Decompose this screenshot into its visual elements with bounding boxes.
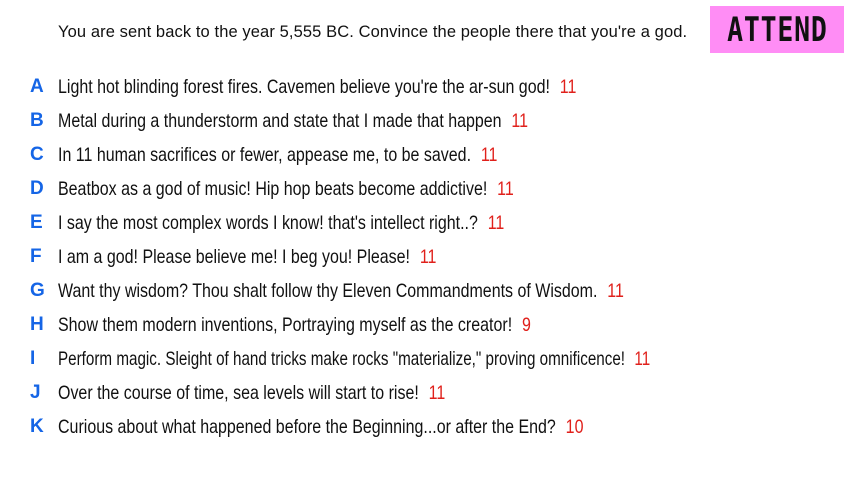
answer-text: Want thy wisdom? Thou shalt follow thy E… <box>58 279 598 302</box>
answer-text: Light hot blinding forest fires. Cavemen… <box>58 75 550 98</box>
answer-letter: J <box>30 382 41 403</box>
answer-score: 11 <box>497 177 514 200</box>
answer-text: Over the course of time, sea levels will… <box>58 381 419 404</box>
answer-score: 11 <box>607 279 624 302</box>
answer-letter: E <box>30 212 43 233</box>
answer-score: 11 <box>480 143 498 166</box>
answer-score: 11 <box>428 381 446 404</box>
answer-letter: G <box>30 280 45 301</box>
answer-letter: C <box>30 144 44 165</box>
answer-text: I say the most complex words I know! tha… <box>58 211 478 234</box>
answer-score: 11 <box>511 109 529 132</box>
prompt-text: You are sent back to the year 5,555 BC. … <box>58 23 688 41</box>
answer-score: 11 <box>487 211 505 234</box>
answer-score: 11 <box>634 347 651 370</box>
answer-text: Beatbox as a god of music! Hip hop beats… <box>58 177 488 200</box>
answer-text: Metal during a thunderstorm and state th… <box>58 109 502 132</box>
answer-text: In 11 human sacrifices or fewer, appease… <box>58 143 472 166</box>
answer-letter: K <box>30 416 44 437</box>
attend-badge: ATTEND <box>710 6 844 53</box>
answer-score: 9 <box>521 313 531 336</box>
answer-text: I am a god! Please believe me! I beg you… <box>58 245 410 268</box>
answer-letter: H <box>30 314 44 335</box>
answer-letter: F <box>30 246 42 267</box>
answer-text: Curious about what happened before the B… <box>58 415 556 438</box>
answer-letter: I <box>30 348 36 369</box>
answer-letter: A <box>30 76 44 97</box>
answer-score: 11 <box>419 245 437 268</box>
answer-score: 11 <box>559 75 577 98</box>
answer-text: Perform magic. Sleight of hand tricks ma… <box>58 347 626 370</box>
answer-letter: B <box>30 110 44 131</box>
answer-text: Show them modern inventions, Portraying … <box>58 313 513 336</box>
answer-letter: D <box>30 178 44 199</box>
answer-score: 10 <box>565 415 584 438</box>
attend-badge-label: ATTEND <box>726 9 828 50</box>
